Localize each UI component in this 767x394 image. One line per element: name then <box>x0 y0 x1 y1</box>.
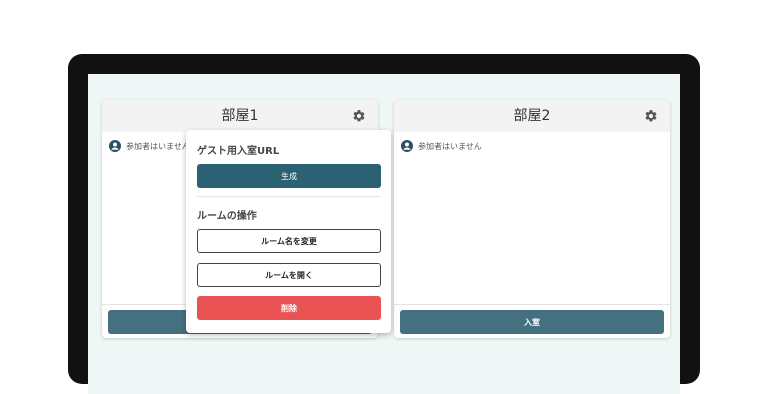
room-title: 部屋2 <box>513 108 551 124</box>
generate-url-button[interactable]: 生成 <box>197 164 381 188</box>
room-operations-title: ルームの操作 <box>197 211 257 222</box>
participants-status: 参加者はいません <box>401 140 482 152</box>
rename-room-button[interactable]: ルーム名を変更 <box>197 229 381 253</box>
room-settings-popup: ゲスト用入室URL 生成 ルームの操作 ルーム名を変更 ルームを開く 削除 <box>186 130 391 333</box>
room-card-header: 部屋1 <box>102 100 378 132</box>
app-screen: 部屋1 参加者はいません 入室 部屋2 <box>88 74 680 394</box>
enter-room-button[interactable]: 入室 <box>400 310 664 334</box>
room-card-header: 部屋2 <box>394 100 670 132</box>
participants-text: 参加者はいません <box>126 141 190 151</box>
delete-room-button[interactable]: 削除 <box>197 296 381 320</box>
divider <box>197 196 381 197</box>
room-card-2: 部屋2 参加者はいません 入室 <box>394 100 670 338</box>
room-title: 部屋1 <box>221 108 259 124</box>
user-circle-icon <box>401 140 413 152</box>
gear-icon[interactable] <box>352 109 366 123</box>
room-card-footer: 入室 <box>394 304 670 338</box>
guest-url-title: ゲスト用入室URL <box>197 146 280 157</box>
participants-text: 参加者はいません <box>418 141 482 151</box>
user-circle-icon <box>109 140 121 152</box>
gear-icon[interactable] <box>644 109 658 123</box>
laptop-frame: 部屋1 参加者はいません 入室 部屋2 <box>68 54 700 394</box>
open-room-button[interactable]: ルームを開く <box>197 263 381 287</box>
participants-status: 参加者はいません <box>109 140 190 152</box>
